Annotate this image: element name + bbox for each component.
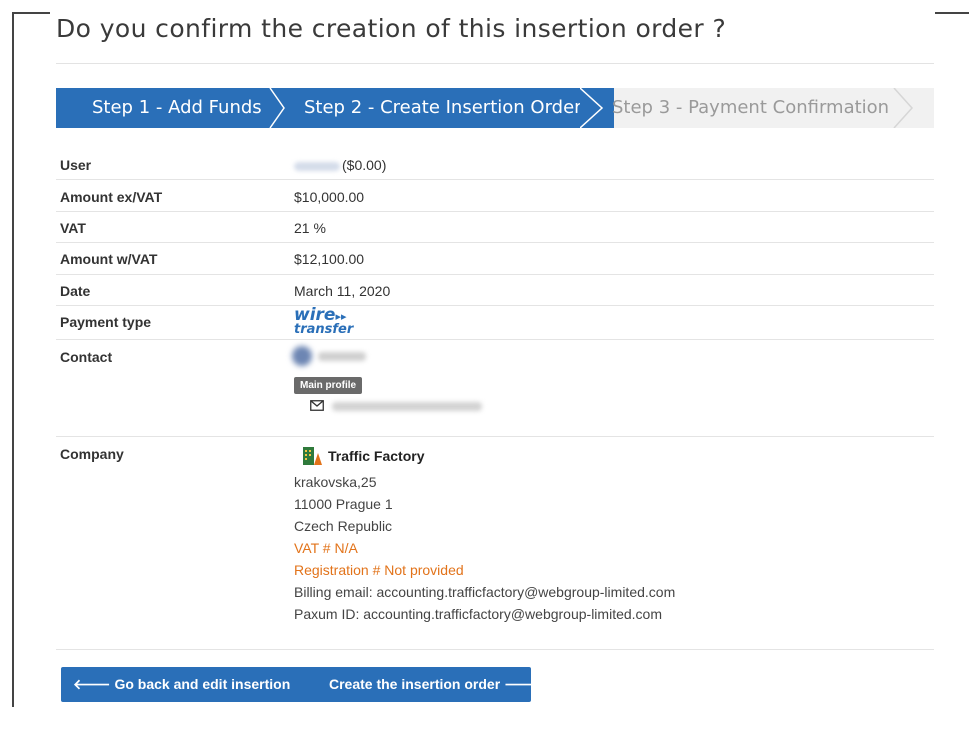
contact-avatar bbox=[292, 346, 312, 366]
main-profile-badge: Main profile bbox=[294, 377, 363, 394]
wizard-steps: Step 1 - Add Funds Step 2 - Create Inser… bbox=[56, 88, 934, 128]
company-registration-number: Registration # Not provided bbox=[294, 562, 464, 578]
arrow-right-icon: 🡒 bbox=[504, 676, 542, 692]
user-value: ($0.00) bbox=[294, 157, 386, 173]
user-label: User bbox=[60, 157, 92, 173]
wizard-step-payment-confirmation: Step 3 - Payment Confirmation bbox=[612, 97, 890, 118]
date-value: March 11, 2020 bbox=[294, 283, 391, 299]
amount-ex-vat-value: $10,000.00 bbox=[294, 189, 365, 205]
date-label: Date bbox=[60, 283, 91, 299]
company-label: Company bbox=[60, 446, 124, 462]
user-name-redacted bbox=[294, 161, 340, 171]
amount-w-vat-label: Amount w/VAT bbox=[60, 251, 158, 267]
detail-row-amount-w-vat: Amount w/VAT $12,100.00 bbox=[56, 243, 934, 275]
arrow-left-icon: 🡐 bbox=[73, 676, 111, 692]
company-address-street: krakovska,25 bbox=[294, 474, 377, 490]
action-buttons: 🡐 Go back and edit insertion order Creat… bbox=[61, 667, 542, 727]
transfer-logo-text: transfer bbox=[294, 322, 354, 337]
company-billing-email: Billing email: accounting.trafficfactory… bbox=[294, 584, 676, 600]
wizard-step-create-insertion-order[interactable]: Step 2 - Create Insertion Order bbox=[270, 88, 614, 128]
vat-value: 21 % bbox=[294, 220, 326, 236]
detail-row-date: Date March 11, 2020 bbox=[56, 275, 934, 306]
envelope-icon bbox=[310, 400, 324, 411]
detail-row-contact: Contact Main profile bbox=[56, 340, 934, 437]
go-back-edit-button[interactable]: 🡐 Go back and edit insertion order bbox=[61, 667, 327, 727]
frame-border-left bbox=[12, 12, 14, 707]
contact-label: Contact bbox=[60, 349, 113, 365]
frame-border-top-right bbox=[935, 12, 969, 14]
detail-row-amount-ex-vat: Amount ex/VAT $10,000.00 bbox=[56, 180, 934, 212]
page-title: Do you confirm the creation of this inse… bbox=[56, 14, 727, 43]
company-address-city: 11000 Prague 1 bbox=[294, 496, 393, 512]
wire-transfer-logo-icon: wire▸▸ transfer bbox=[294, 307, 354, 337]
frame-border-top-left bbox=[12, 12, 50, 14]
amount-ex-vat-label: Amount ex/VAT bbox=[60, 189, 163, 205]
traffic-factory-logo-icon bbox=[303, 447, 322, 465]
step-separator-chevron-icon bbox=[262, 88, 285, 128]
contact-name-redacted bbox=[318, 352, 366, 361]
company-address-country: Czech Republic bbox=[294, 518, 393, 534]
detail-row-payment-type: Payment type wire▸▸ transfer bbox=[56, 306, 934, 340]
title-divider bbox=[56, 63, 934, 64]
company-name: Traffic Factory bbox=[328, 448, 425, 464]
contact-email-redacted bbox=[332, 402, 482, 411]
user-balance: ($0.00) bbox=[342, 157, 387, 173]
create-insertion-order-button[interactable]: Create the insertion order 🡒 bbox=[317, 667, 543, 702]
amount-w-vat-value: $12,100.00 bbox=[294, 251, 365, 267]
vat-label: VAT bbox=[60, 220, 86, 236]
create-insertion-order-label: Create the insertion order bbox=[329, 676, 501, 692]
company-vat-number: VAT # N/A bbox=[294, 540, 358, 556]
step-separator-chevron-icon bbox=[893, 88, 914, 128]
detail-row-user: User ($0.00) bbox=[56, 148, 934, 180]
step-separator-chevron-icon bbox=[580, 88, 604, 128]
detail-row-vat: VAT 21 % bbox=[56, 212, 934, 243]
payment-type-label: Payment type bbox=[60, 314, 152, 330]
company-paxum-id: Paxum ID: accounting.trafficfactory@webg… bbox=[294, 606, 662, 622]
